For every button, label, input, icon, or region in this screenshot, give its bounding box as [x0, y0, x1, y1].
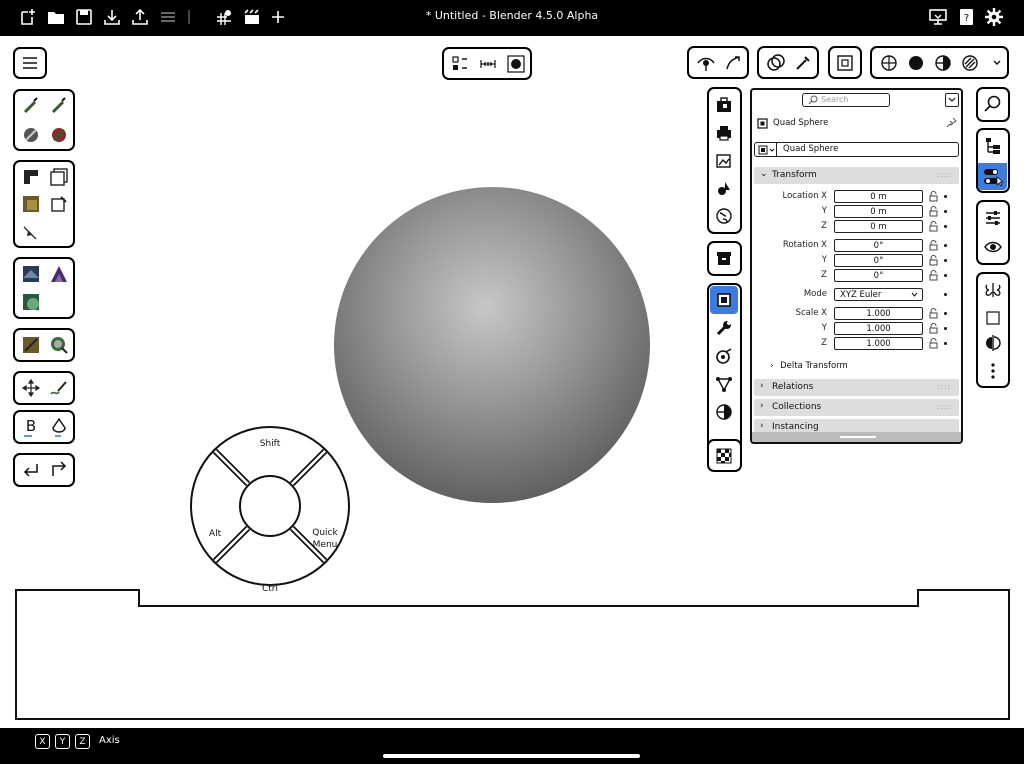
- snap-icon[interactable]: [213, 6, 235, 28]
- new-file-icon[interactable]: [17, 6, 39, 28]
- svg-text:?: ?: [964, 13, 969, 24]
- divider: [185, 6, 193, 28]
- key-z: Z: [75, 734, 90, 749]
- import-icon[interactable]: [101, 6, 123, 28]
- menu-lines-icon[interactable]: [157, 6, 179, 28]
- open-folder-icon[interactable]: [45, 6, 67, 28]
- help-book-icon[interactable]: ?: [955, 6, 977, 28]
- settings-gear-icon[interactable]: [983, 6, 1005, 28]
- key-y: Y: [55, 734, 70, 749]
- status-label: Axis: [99, 735, 120, 746]
- key-x: X: [35, 734, 50, 749]
- scene-icon[interactable]: [241, 6, 263, 28]
- top-bar: * Untitled - Blender 4.5.0 Alpha ?: [0, 0, 1024, 36]
- status-bar: X Y Z Axis: [0, 728, 1024, 764]
- window-title: * Untitled - Blender 4.5.0 Alpha: [425, 9, 599, 22]
- home-indicator: [383, 754, 640, 758]
- viewport[interactable]: B Search Quad Sphere Quad Sphere ⌄ Trans…: [0, 36, 1024, 728]
- save-icon[interactable]: [73, 6, 95, 28]
- display-icon[interactable]: [927, 6, 949, 28]
- add-icon[interactable]: [267, 6, 289, 28]
- export-icon[interactable]: [129, 6, 151, 28]
- timeline-area-outline: [15, 589, 1010, 720]
